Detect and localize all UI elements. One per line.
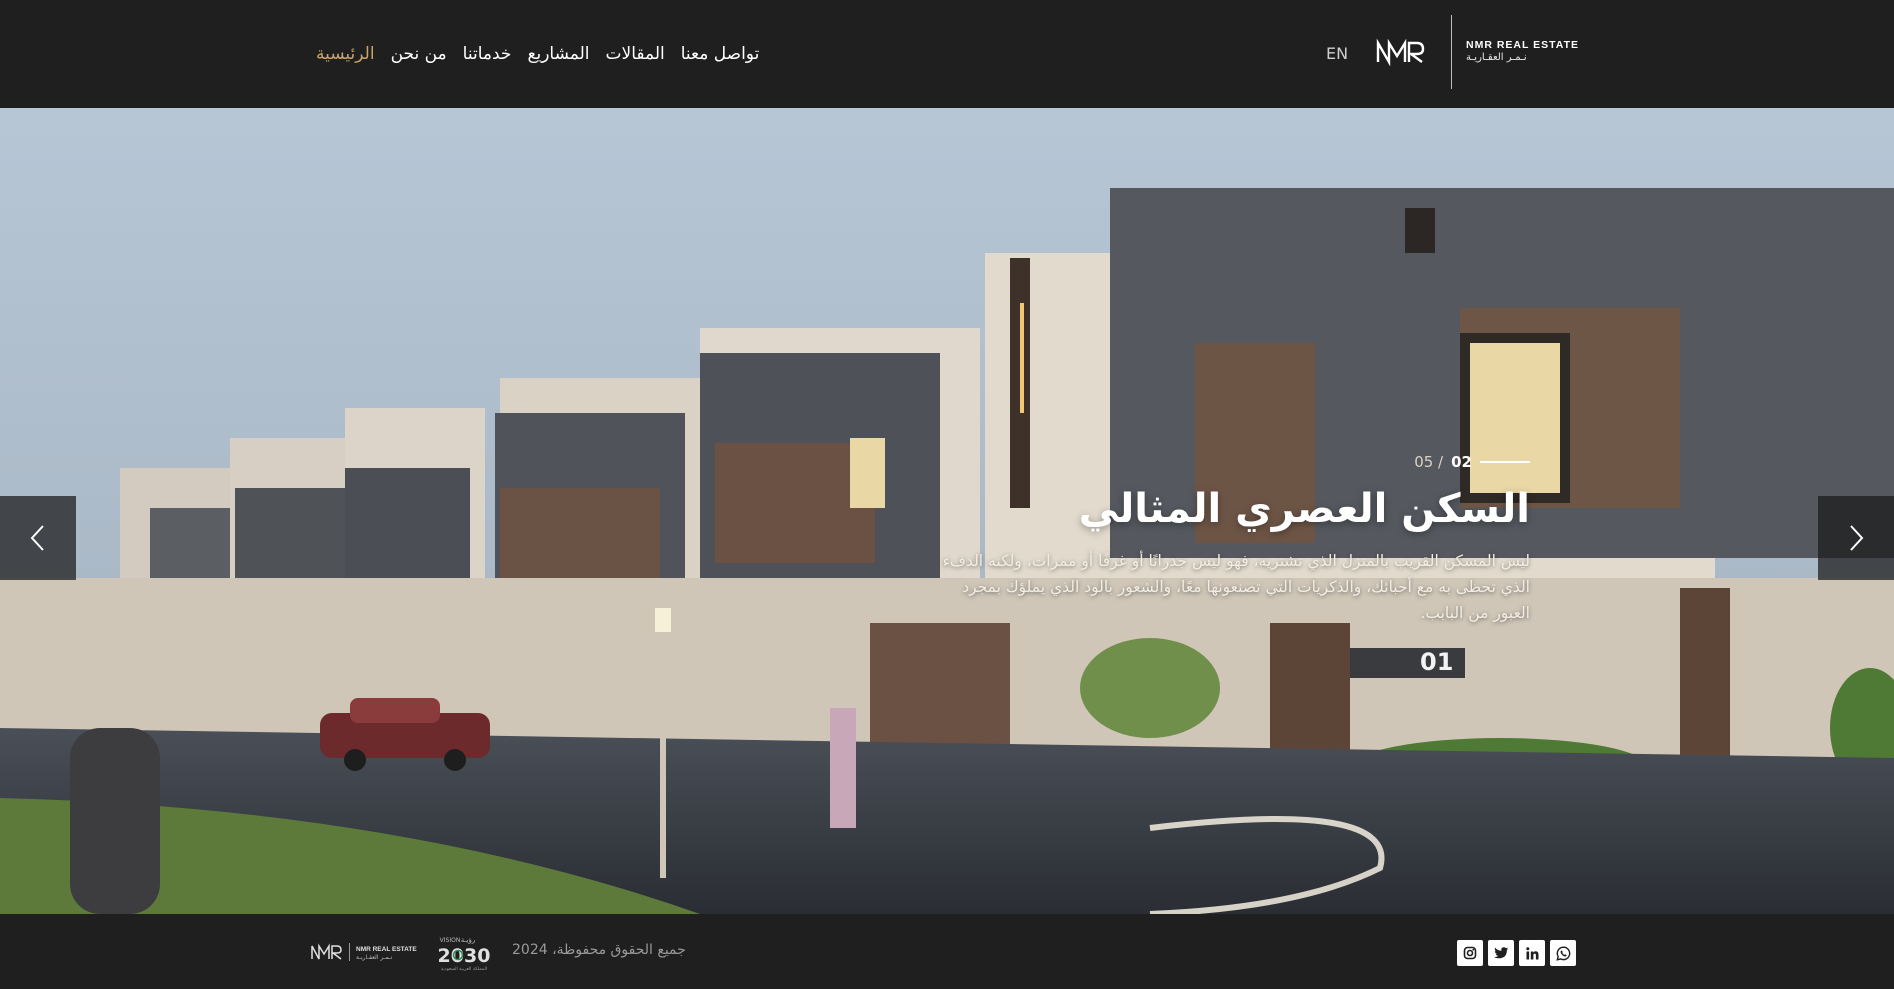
nav-articles-link[interactable]: المقالات xyxy=(606,44,665,64)
instagram-link[interactable] xyxy=(1457,940,1483,966)
copyright-text: جميع الحقوق محفوظة، 2024 xyxy=(512,942,686,958)
slide-description: ليس المسكن القريب بالمنزل الذي تشتريه، ف… xyxy=(942,551,1530,622)
social-links xyxy=(1457,940,1576,966)
linkedin-link[interactable] xyxy=(1519,940,1545,966)
svg-text:2030: 2030 xyxy=(438,945,491,967)
brand-logo[interactable]: NMR REAL ESTATE نـمـر العقـاريـة xyxy=(1466,39,1580,63)
brand-name-en: NMR REAL ESTATE xyxy=(1466,39,1580,51)
footer-brand-logo[interactable]: NMR REAL ESTATE نـمـر العقـاريـة xyxy=(311,941,423,963)
site-footer: جميع الحقوق محفوظة، 2024 رؤيـة VISION 20… xyxy=(0,914,1894,989)
nav-about-link[interactable]: من نحن xyxy=(391,44,447,64)
chevron-left-icon xyxy=(30,525,44,551)
house-number: 01 xyxy=(1420,648,1453,676)
nav-home-link[interactable]: الرئيسية xyxy=(316,44,375,64)
instagram-icon xyxy=(1463,946,1477,960)
nav-services-link[interactable]: خدماتنا xyxy=(463,44,512,64)
svg-text:VISION: VISION xyxy=(440,937,461,944)
nav-projects-link[interactable]: المشاريع xyxy=(527,44,589,64)
twitter-icon xyxy=(1493,946,1508,958)
linkedin-icon xyxy=(1525,946,1538,959)
svg-text:المملكة العربية السعودية: المملكة العربية السعودية xyxy=(441,966,487,972)
whatsapp-icon xyxy=(1555,945,1570,961)
slide-caption: 05 / 02 السكن العصري المثالي ليس المسكن … xyxy=(930,450,1530,641)
hero-slider: 01 05 / 02 السكن العصري المثالي ليس المس… xyxy=(0,108,1894,914)
chevron-right-icon xyxy=(1850,525,1864,551)
vision-2030-logo: رؤيـة VISION 2030 المملكة العربية السعود… xyxy=(438,936,491,972)
twitter-link[interactable] xyxy=(1488,940,1514,966)
prev-slide-button[interactable] xyxy=(0,496,76,580)
svg-text:نـمـر العقـاريـة: نـمـر العقـاريـة xyxy=(356,954,393,961)
whatsapp-link[interactable] xyxy=(1550,940,1576,966)
site-header: الرئيسية من نحن خدماتنا المشاريع المقالا… xyxy=(0,0,1894,108)
svg-text:NMR REAL ESTATE: NMR REAL ESTATE xyxy=(356,946,417,953)
svg-text:رؤيـة: رؤيـة xyxy=(461,936,476,944)
brand-name-ar: نـمـر العقـاريـة xyxy=(1466,52,1527,63)
slide-counter: 05 / 02 xyxy=(930,450,1530,474)
slide-total: 05 / xyxy=(1414,453,1444,471)
nav-contact-link[interactable]: تواصل معنا xyxy=(681,44,760,64)
slide-counter-line xyxy=(1480,461,1530,463)
header-divider xyxy=(1451,15,1452,89)
language-switch-link[interactable]: EN xyxy=(1326,44,1348,63)
slide-current: 02 xyxy=(1451,453,1472,471)
next-slide-button[interactable] xyxy=(1818,496,1894,580)
slide-title: السكن العصري المثالي xyxy=(1078,486,1530,532)
nmr-logo-mark[interactable] xyxy=(1375,38,1425,66)
main-nav: الرئيسية من نحن خدماتنا المشاريع المقالا… xyxy=(316,44,759,64)
